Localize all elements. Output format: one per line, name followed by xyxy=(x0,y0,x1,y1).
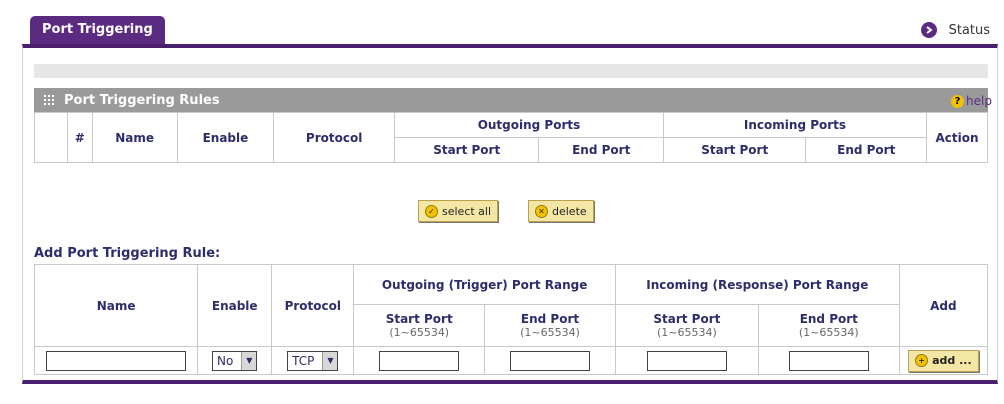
add-header-name: Name xyxy=(33,264,199,347)
protocol-select[interactable]: TCP ▼ xyxy=(287,350,339,371)
outgoing-start-range: (1~65534) xyxy=(389,326,450,339)
incoming-start-port-input[interactable] xyxy=(646,350,727,371)
arrow-right-icon xyxy=(920,22,937,38)
add-header-outgoing: Outgoing (Trigger) Port Range xyxy=(353,264,616,305)
incoming-end-label: End Port xyxy=(799,312,858,326)
add-header-incoming-start: Start Port (1~65534) xyxy=(614,304,759,347)
grip-icon xyxy=(44,95,54,105)
add-cell: + add ... xyxy=(898,346,989,375)
name-cell xyxy=(33,346,199,375)
select-column-header xyxy=(34,112,68,163)
column-header-outgoing-ports: Outgoing Ports xyxy=(393,112,664,138)
tab-port-triggering[interactable]: Port Triggering xyxy=(30,16,165,44)
help-label[interactable]: help xyxy=(966,94,992,108)
column-header-action: Action xyxy=(926,112,988,163)
add-header-enable: Enable xyxy=(197,264,273,347)
add-header-incoming: Incoming (Response) Port Range xyxy=(614,264,900,305)
rules-section-header: Port Triggering Rules xyxy=(34,88,988,112)
help-icon: ? xyxy=(951,94,965,108)
add-header-protocol: Protocol xyxy=(271,264,355,347)
outgoing-end-port-input[interactable] xyxy=(510,350,590,371)
add-header-outgoing-end: End Port (1~65534) xyxy=(484,304,616,347)
dropdown-arrow-icon: ▼ xyxy=(322,351,338,370)
incoming-end-cell xyxy=(757,346,900,375)
rule-name-input[interactable] xyxy=(46,350,187,371)
column-header-protocol: Protocol xyxy=(273,112,395,163)
top-strip xyxy=(34,64,988,78)
add-rule-title: Add Port Triggering Rule: xyxy=(34,246,221,261)
outgoing-end-range: (1~65534) xyxy=(520,326,580,339)
incoming-end-range: (1~65534) xyxy=(798,326,859,339)
incoming-start-range: (1~65534) xyxy=(656,326,717,339)
select-all-button[interactable]: ✓ select all xyxy=(418,200,499,222)
add-header-outgoing-start: Start Port (1~65534) xyxy=(353,304,486,347)
outgoing-start-cell xyxy=(353,346,486,375)
column-header-num: # xyxy=(66,112,93,163)
rules-section-title: Port Triggering Rules xyxy=(64,92,220,108)
select-all-label: select all xyxy=(442,204,492,218)
add-rule-table: Name Enable Protocol Outgoing (Trigger) … xyxy=(33,264,989,375)
rules-table: # Name Enable Protocol Outgoing Ports In… xyxy=(34,112,988,163)
delete-label: delete xyxy=(552,204,587,218)
plus-icon: + xyxy=(915,354,929,367)
enable-cell: No ▼ xyxy=(197,346,273,375)
outgoing-start-port-input[interactable] xyxy=(379,350,460,371)
enable-select[interactable]: No ▼ xyxy=(212,350,258,371)
delete-button[interactable]: ✕ delete xyxy=(528,200,594,222)
column-header-outgoing-end: End Port xyxy=(538,137,664,163)
enable-select-value: No xyxy=(217,353,234,368)
incoming-start-label: Start Port xyxy=(653,312,721,326)
outgoing-end-cell xyxy=(484,346,616,375)
protocol-select-value: TCP xyxy=(292,353,315,368)
column-header-incoming-ports: Incoming Ports xyxy=(662,112,928,138)
x-icon: ✕ xyxy=(535,204,548,218)
add-button[interactable]: + add ... xyxy=(908,349,979,372)
protocol-cell: TCP ▼ xyxy=(271,346,355,375)
column-header-incoming-end: End Port xyxy=(805,137,928,163)
incoming-start-cell xyxy=(614,346,759,375)
help-link[interactable]: ? help xyxy=(951,94,992,108)
check-icon: ✓ xyxy=(425,204,438,218)
column-header-incoming-start: Start Port xyxy=(662,137,807,163)
incoming-end-port-input[interactable] xyxy=(788,350,869,371)
outgoing-end-label: End Port xyxy=(520,312,580,326)
outgoing-start-label: Start Port xyxy=(385,312,453,326)
add-label: add ... xyxy=(932,354,972,367)
add-header-incoming-end: End Port (1~65534) xyxy=(757,304,900,347)
status-label[interactable]: Status xyxy=(949,23,990,38)
status-link[interactable]: Status xyxy=(920,22,990,38)
dropdown-arrow-icon: ▼ xyxy=(241,351,257,370)
column-header-name: Name xyxy=(91,112,178,163)
column-header-enable: Enable xyxy=(176,112,275,163)
add-header-add: Add xyxy=(898,264,989,347)
column-header-outgoing-start: Start Port xyxy=(393,137,540,163)
